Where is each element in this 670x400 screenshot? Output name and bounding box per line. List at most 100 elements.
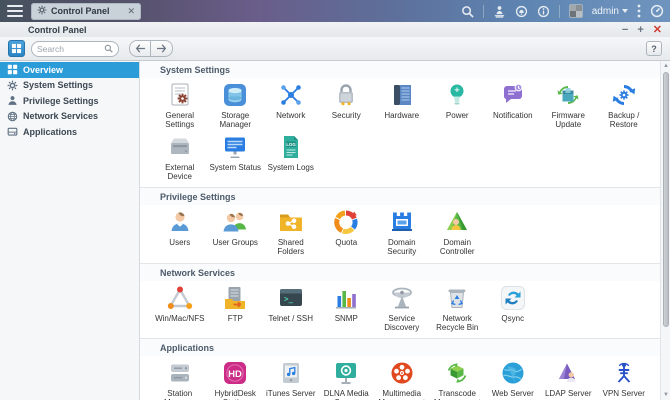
app-item-label: Web Server — [492, 389, 534, 398]
svg-text:>_: >_ — [284, 294, 294, 303]
scrollbar-thumb[interactable] — [663, 72, 669, 327]
app-item-label: System Logs — [268, 163, 314, 172]
main-menu-icon[interactable] — [7, 5, 23, 17]
section-items: Station ManagerHDHybridDesk StationiTune… — [140, 356, 660, 400]
app-item-hardware[interactable]: Hardware — [374, 80, 430, 130]
app-item-label: LDAP Server — [545, 389, 592, 398]
app-item-label: Storage Manager — [208, 111, 262, 130]
sidebar-item-network-services[interactable]: Network Services — [0, 109, 139, 125]
vertical-scrollbar[interactable]: ▲ ▼ — [660, 61, 670, 400]
telnet-ssh-icon: >_ — [276, 283, 306, 313]
app-item-telnet-ssh[interactable]: >_Telnet / SSH — [263, 283, 319, 333]
power-icon — [442, 80, 472, 110]
close-button[interactable]: ✕ — [653, 25, 662, 35]
app-item-vpn-server[interactable]: VPN Server — [596, 358, 652, 400]
app-item-user-groups[interactable]: User Groups — [208, 207, 264, 257]
app-item-snmp[interactable]: SNMP — [319, 283, 375, 333]
snmp-icon — [331, 283, 361, 313]
app-item-domain-security[interactable]: Domain Security — [374, 207, 430, 257]
app-item-external-device[interactable]: External Device — [152, 132, 208, 182]
view-toggle-button[interactable] — [8, 40, 25, 57]
tab-title: Control Panel — [51, 6, 110, 16]
app-item-ldap-server[interactable]: LDAP Server — [541, 358, 597, 400]
forward-button[interactable] — [151, 40, 173, 57]
app-item-ftp[interactable]: FTP — [208, 283, 264, 333]
app-item-users[interactable]: Users — [152, 207, 208, 257]
section-items: Users User Groups Shared Folders Quota Domai… — [140, 205, 660, 263]
window-titlebar[interactable]: Control Panel − + ✕ — [0, 22, 670, 37]
app-item-label: User Groups — [213, 238, 258, 247]
more-options-icon[interactable] — [637, 4, 641, 18]
app-item-qsync[interactable]: Qsync — [485, 283, 541, 333]
app-item-power[interactable]: Power — [430, 80, 486, 130]
app-item-system-status[interactable]: System Status — [208, 132, 264, 182]
info-icon[interactable] — [537, 5, 550, 18]
search-box[interactable] — [31, 41, 119, 57]
app-item-label: HybridDesk Station — [208, 389, 262, 400]
app-item-label: Quota — [335, 238, 357, 247]
sidebar-item-label: Overview — [23, 65, 63, 75]
sidebar-item-applications[interactable]: Applications — [0, 124, 139, 140]
minimize-button[interactable]: − — [622, 25, 628, 35]
sidebar-item-privilege-settings[interactable]: Privilege Settings — [0, 93, 139, 109]
app-item-firmware-update[interactable]: Firmware Update — [541, 80, 597, 130]
app-item-service-discovery[interactable]: Service Discovery — [374, 283, 430, 333]
section-privilege-settings: Privilege Settings Users User Groups Shared… — [140, 187, 660, 263]
domain-security-icon — [387, 207, 417, 237]
app-item-backup-restore[interactable]: Backup / Restore — [596, 80, 652, 130]
help-button[interactable]: ? — [646, 41, 662, 56]
app-item-label: Shared Folders — [264, 238, 318, 257]
app-item-itunes-server[interactable]: iTunes Server — [263, 358, 319, 400]
notifications-icon[interactable] — [515, 5, 528, 18]
section-network-services: Network Services Win/Mac/NFSFTP>_Telnet /… — [140, 263, 660, 339]
section-title: Privilege Settings — [140, 188, 660, 205]
app-item-label: iTunes Server — [266, 389, 316, 398]
app-item-security[interactable]: Security — [319, 80, 375, 130]
section-title: Network Services — [140, 264, 660, 281]
background-tasks-icon[interactable] — [493, 5, 506, 18]
app-item-network-recycle-bin[interactable]: Network Recycle Bin — [430, 283, 486, 333]
back-button[interactable] — [129, 40, 151, 57]
divider — [483, 5, 484, 18]
app-item-domain-controller[interactable]: Domain Controller — [430, 207, 486, 257]
search-input[interactable] — [37, 44, 101, 54]
app-item-multimedia-management[interactable]: Multimedia Management — [374, 358, 430, 400]
app-item-notification[interactable]: Notification — [485, 80, 541, 130]
app-item-shared-folders[interactable]: Shared Folders — [263, 207, 319, 257]
divider — [559, 5, 560, 18]
scroll-down-icon[interactable]: ▼ — [661, 390, 670, 400]
app-item-label: Security — [332, 111, 361, 120]
app-item-hybriddesk-station[interactable]: HDHybridDesk Station — [208, 358, 264, 400]
scroll-up-icon[interactable]: ▲ — [661, 61, 670, 71]
app-item-label: Qsync — [501, 314, 524, 323]
app-item-quota[interactable]: Quota — [319, 207, 375, 257]
user-menu[interactable]: admin — [592, 6, 628, 17]
backup-restore-icon — [609, 80, 639, 110]
app-item-label: Network — [276, 111, 305, 120]
app-item-station-manager[interactable]: Station Manager — [152, 358, 208, 400]
section-title: Applications — [140, 339, 660, 356]
hardware-icon — [387, 80, 417, 110]
sidebar-item-overview[interactable]: Overview — [0, 62, 139, 78]
resource-monitor-icon[interactable] — [650, 4, 664, 18]
app-item-web-server[interactable]: Web Server — [485, 358, 541, 400]
app-item-system-logs[interactable]: LOGSystem Logs — [263, 132, 319, 182]
avatar[interactable] — [569, 4, 583, 18]
maximize-button[interactable]: + — [637, 25, 643, 35]
app-item-storage-manager[interactable]: Storage Manager — [208, 80, 264, 130]
network-services-icon — [7, 111, 18, 122]
app-item-general-settings[interactable]: General Settings — [152, 80, 208, 130]
app-item-network[interactable]: Network — [263, 80, 319, 130]
taskbar-tab-control-panel[interactable]: Control Panel ✕ — [31, 3, 141, 20]
app-item-transcode-management[interactable]: Transcode Management — [430, 358, 486, 400]
window-toolbar: ? — [0, 37, 670, 61]
sidebar-item-system-settings[interactable]: System Settings — [0, 78, 139, 94]
tab-close-icon[interactable]: ✕ — [128, 7, 136, 16]
app-item-win-mac-nfs[interactable]: Win/Mac/NFS — [152, 283, 208, 333]
search-icon[interactable] — [461, 5, 474, 18]
app-item-dlna-media-server[interactable]: DLNA Media Server — [319, 358, 375, 400]
firmware-update-icon — [553, 80, 583, 110]
win-mac-nfs-icon — [165, 283, 195, 313]
service-discovery-icon — [387, 283, 417, 313]
sidebar-item-label: System Settings — [23, 80, 93, 90]
